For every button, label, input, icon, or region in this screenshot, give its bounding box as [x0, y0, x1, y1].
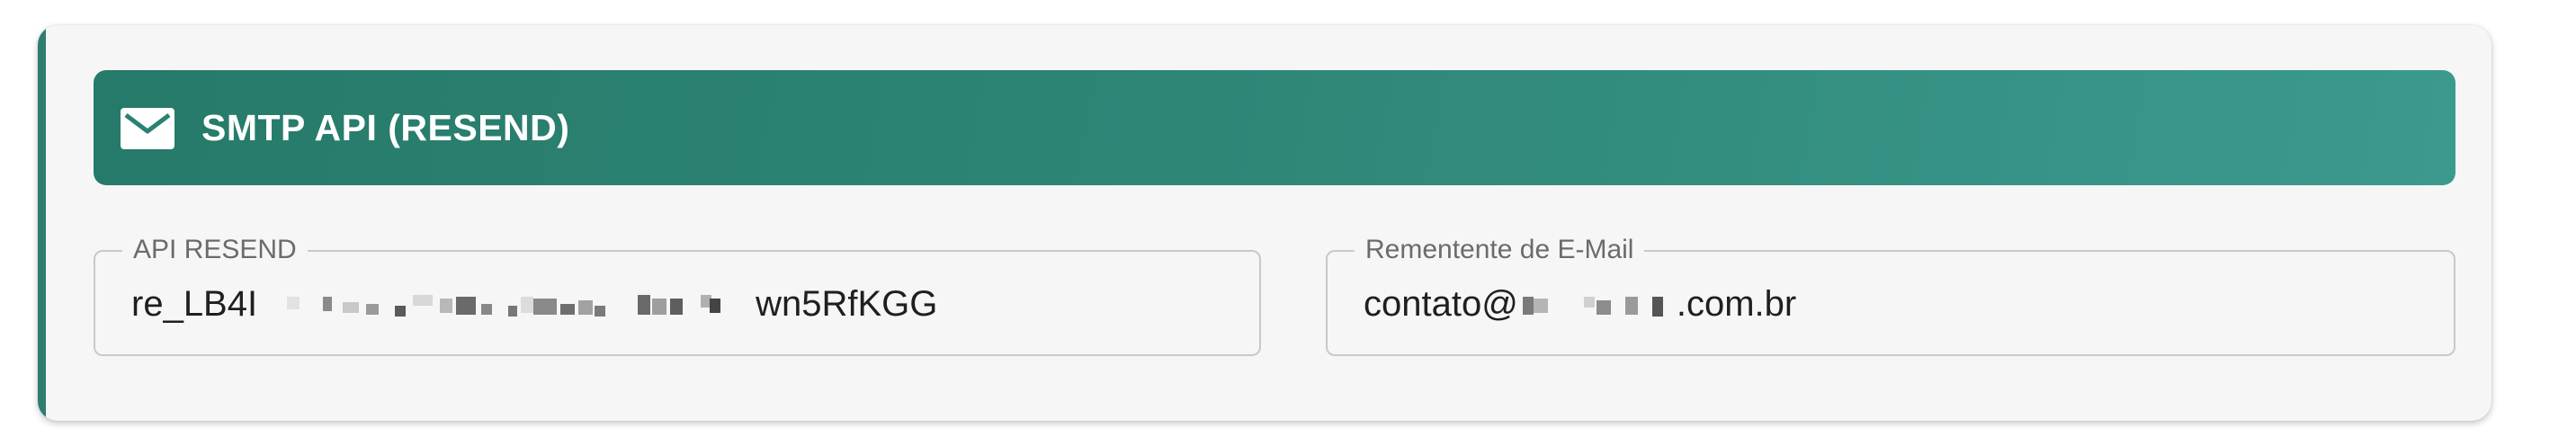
section-title: SMTP API (RESEND)	[201, 107, 570, 148]
api-resend-label: API RESEND	[122, 232, 308, 268]
email-suffix: .com.br	[1676, 284, 1797, 324]
redacted-segment	[260, 288, 753, 320]
mail-icon	[121, 108, 174, 149]
api-key-prefix: re_LB4I	[131, 284, 258, 324]
email-prefix: contato@	[1364, 284, 1518, 324]
api-resend-field[interactable]: API RESEND re_LB4I wn5RfKGG	[94, 232, 1261, 356]
api-resend-value[interactable]: re_LB4I wn5RfKGG	[131, 281, 937, 327]
redacted-segment	[1521, 288, 1674, 320]
sender-email-label: Rementente de E-Mail	[1355, 232, 1645, 268]
card-accent-bar	[38, 25, 46, 421]
section-header: SMTP API (RESEND)	[94, 70, 2455, 185]
api-key-suffix: wn5RfKGG	[756, 284, 938, 324]
smtp-settings-card: SMTP API (RESEND) API RESEND re_LB4I wn5…	[38, 25, 2491, 421]
sender-email-field[interactable]: Rementente de E-Mail contato@ .com.br	[1326, 232, 2455, 356]
sender-email-value[interactable]: contato@ .com.br	[1364, 281, 1796, 327]
